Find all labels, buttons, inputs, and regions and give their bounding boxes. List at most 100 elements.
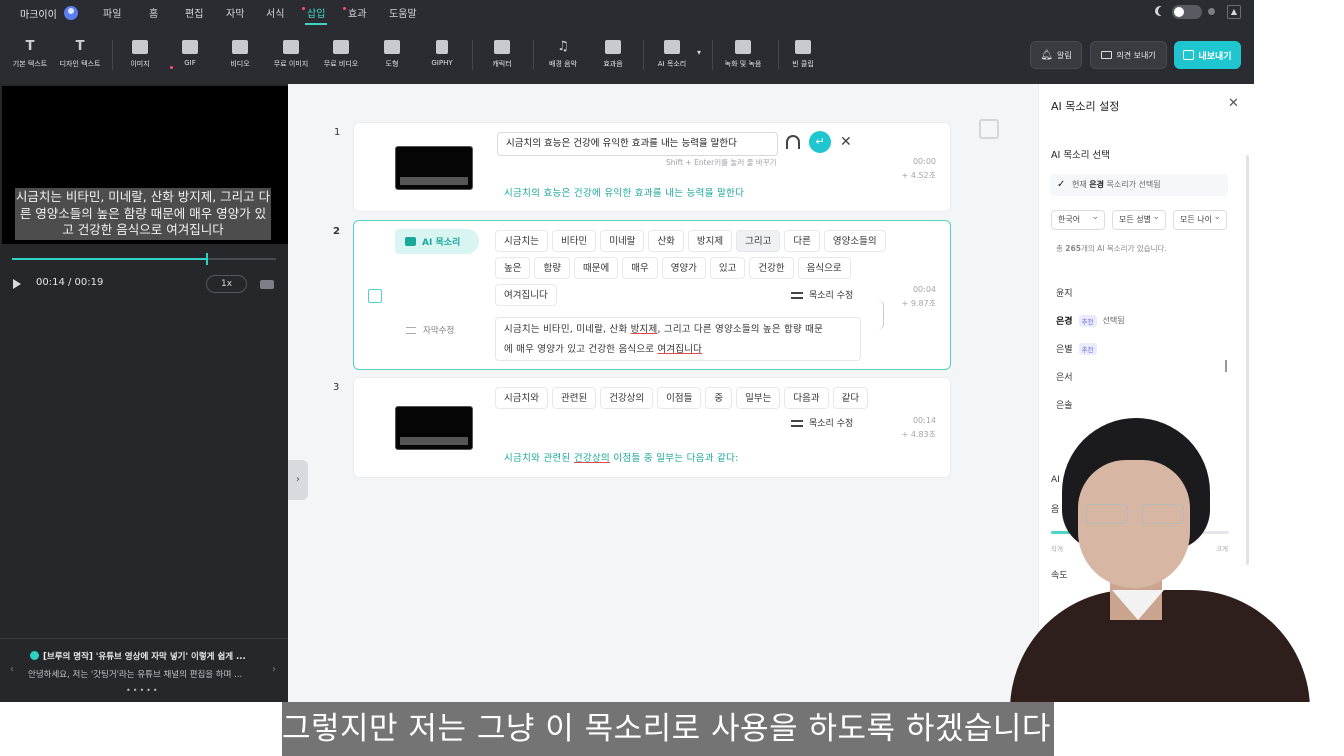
gender-select[interactable]: 모든 성별 [1112,208,1166,230]
word-chip[interactable]: 그리고 [736,230,781,252]
word-chip[interactable]: 영양가 [661,257,706,279]
clip-checkbox[interactable] [368,289,382,303]
speed-button[interactable]: 1x [206,275,247,293]
feedback-button[interactable]: 의견 보내기 [1090,41,1167,69]
square-icon[interactable] [979,119,999,139]
word-chip[interactable]: 일부는 [736,387,781,409]
clip-number: 2 [333,226,340,237]
list-scrollbar[interactable] [1225,360,1227,372]
word-chip[interactable]: 때문에 [573,257,619,279]
voice-item[interactable]: 은별 추천 [1056,342,1097,355]
word-chip[interactable]: 함량 [534,257,570,279]
word-chip[interactable]: 이점들 [657,387,702,409]
clip-number: 3 [333,382,340,393]
text-icon: T [25,39,35,54]
word-chip[interactable]: 산화 [648,230,684,252]
notice-title[interactable]: [브루의 명작] '유튜브 영상에 자막 넣기' 이렇게 쉽게 ... [30,650,246,662]
progress-bar[interactable] [12,253,276,265]
word-chip[interactable]: 있고 [709,257,746,279]
tool-record[interactable]: 녹화 및 녹음 [713,38,773,78]
close-icon[interactable]: ✕ [840,134,852,150]
word-chip[interactable]: 다음과 [784,387,829,409]
word-chip[interactable]: 건강상의 [600,387,654,409]
tool-ai-voice[interactable]: AI 목소리 [642,38,702,78]
subtitle-edit-label[interactable]: 자막수정 [406,324,454,336]
pager-dots[interactable]: ••••• [126,686,160,695]
menu-insert[interactable]: 삽입 [304,5,328,25]
word-chip[interactable]: 방지제 [687,230,733,252]
tool-design-text[interactable]: T 디자인 텍스트 [50,38,110,78]
notice-body[interactable]: 안녕하세요, 저는 '갓팅거'라는 유튜브 채널의 편집을 하며 ... [28,668,242,680]
menu-edit[interactable]: 편집 [185,5,203,20]
word-chip[interactable]: 여겨집니다 [495,284,557,306]
export-icon [1183,50,1195,60]
word-chip[interactable]: 건강한 [749,257,794,279]
word-chip[interactable]: 비타민 [551,230,597,252]
sliders-icon [791,290,803,300]
word-chip[interactable]: 음식으로 [797,257,851,279]
progress-handle[interactable] [206,253,209,265]
voice-item[interactable]: 은서 [1056,370,1073,383]
alarm-button[interactable]: 🔔︎ 알림 [1030,41,1082,69]
glasses [1086,504,1184,524]
clip-thumbnail[interactable] [395,406,473,450]
section-title: AI 목소리 선택 [1051,150,1111,161]
edit-hint: Shift + Enter키를 눌러 줄 바꾸기 [666,158,777,167]
link-bracket [874,300,884,330]
word-chip[interactable]: 시금치는 [495,230,548,252]
word-chip[interactable]: 관련된 [551,387,597,409]
tool-sound-effect[interactable]: 효과음 [583,38,643,78]
sliders-icon [791,418,803,428]
word-chip[interactable]: 높은 [495,257,531,279]
menu-help[interactable]: 도움말 [389,5,417,20]
menu-format[interactable]: 서식 [266,5,284,20]
clip-subtitle[interactable]: 시금치의 효능은 건강에 유익한 효과를 내는 능력을 말한다 [504,185,744,199]
word-chip[interactable]: 중 [705,387,733,409]
voice-item[interactable]: 은경 추천 선택됨 [1056,314,1125,327]
word-chip[interactable]: 영양소들의 [823,230,886,252]
subtitle-edit-input[interactable]: 시금치의 효능은 건강에 유익한 효과를 내는 능력을 말한다 [497,132,778,156]
subtitle-textarea[interactable]: 시금치는 비타민, 미네랄, 산화 방지제, 그리고 다른 영양소들의 높은 함… [495,317,861,361]
tool-character[interactable]: 캐릭터 [472,38,532,78]
expand-panel-button[interactable]: › [288,460,308,500]
word-chip[interactable]: 다른 [784,230,820,252]
language-select[interactable]: 한국어 [1051,208,1105,230]
age-select[interactable]: 모든 나이 [1173,208,1227,230]
menu-file[interactable]: 파일 [103,5,121,20]
headphone-icon[interactable] [786,135,800,149]
record-icon [735,40,751,54]
confirm-button[interactable]: ↵ [809,131,831,153]
close-icon[interactable]: ✕ [1228,96,1239,111]
menu-home[interactable]: 홈 [149,5,158,20]
current-voice: 현재 은경 목소리가 선택됨 [1050,174,1228,196]
ai-voice-tag[interactable]: AI 목소리 [395,229,479,254]
video-icon [232,40,248,54]
word-chip[interactable]: 매우 [622,257,658,279]
chevron-down-icon[interactable]: ▾ [697,48,701,57]
voice-edit-button[interactable]: 목소리 수정 [791,288,853,301]
clip-subtitle[interactable]: 시금치와 관련된 건강상의 이점들 중 일부는 다음과 같다: [504,450,739,464]
play-icon[interactable] [13,279,21,289]
chevron-right-icon[interactable]: › [272,664,276,675]
word-chip[interactable]: 미네랄 [600,230,645,252]
collapse-up-icon[interactable]: ▲ [1227,5,1241,19]
voice-item[interactable]: 윤지 [1056,286,1073,299]
chevron-left-icon[interactable]: ‹ [10,664,14,675]
clip-duration: + 9.87초 [901,299,936,308]
theme-toggle[interactable] [1172,5,1202,19]
menu-effects[interactable]: 효과 [348,5,366,20]
ai-voice-icon [664,40,680,54]
caption-toggle-icon[interactable] [260,280,274,289]
tool-blank-clip[interactable]: 빈 클립 [773,38,833,78]
word-chips: 시금치와 관련된 건강상의 이점들 중 일부는 다음과 같다 [495,387,895,414]
clip-thumbnail[interactable] [395,146,473,190]
word-chip[interactable]: 시금치와 [495,387,548,409]
menu-subtitle[interactable]: 자막 [226,5,244,20]
voice-edit-button[interactable]: 목소리 수정 [791,416,853,429]
app-header: 마크이이 파일 홈 편집 자막 서식 삽입 효과 도움말 ▲ T 기본 텍스트 … [0,0,1254,84]
clip-number: 1 [334,127,341,138]
word-chip[interactable]: 같다 [832,387,869,409]
avatar[interactable] [64,6,78,20]
export-button[interactable]: 내보내기 [1174,41,1241,69]
tool-giphy[interactable]: GIPHY [412,38,472,78]
